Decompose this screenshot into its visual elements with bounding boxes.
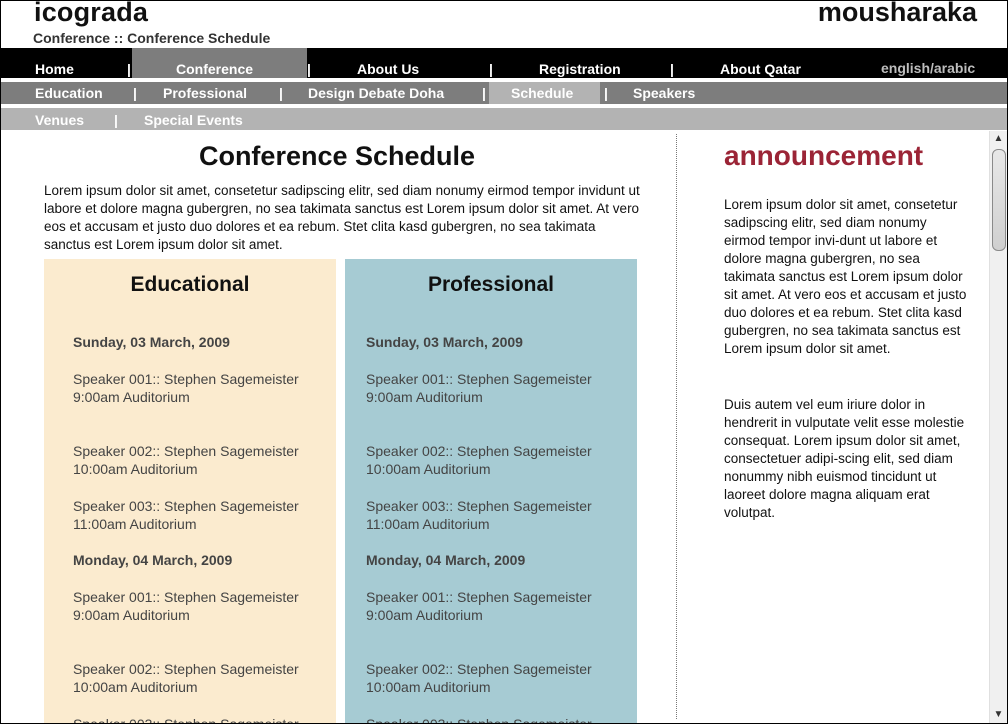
subnav-speakers[interactable]: Speakers <box>633 85 695 101</box>
scroll-up-arrow-icon[interactable]: ▲ <box>990 131 1007 147</box>
announcement-title: announcement <box>724 140 924 171</box>
nav-separator: | <box>133 85 137 101</box>
primary-nav: Home | Conference | About Us | Registrat… <box>1 48 1007 78</box>
tertiary-nav: Venues | Special Events <box>1 108 1007 130</box>
schedule-day: Monday, 04 March, 2009 <box>366 552 526 568</box>
nav-separator: | <box>482 85 486 101</box>
nav-separator: | <box>307 61 311 77</box>
professional-column: Professional Sunday, 03 March, 2009 Spea… <box>345 259 637 724</box>
speaker-name: Speaker 001:: Stephen Sagemeister <box>73 371 299 387</box>
language-switch[interactable]: english/arabic <box>881 60 975 76</box>
speaker-name: Speaker 003:: Stephen Sagemeister <box>366 716 592 724</box>
nav-conference[interactable]: Conference <box>176 61 253 77</box>
subnav-venues[interactable]: Venues <box>35 112 84 128</box>
schedule-entry: Speaker 003:: Stephen Sagemeister 11:00a… <box>73 497 333 533</box>
speaker-name: Speaker 001:: Stephen Sagemeister <box>366 589 592 605</box>
subnav-design-debate-doha[interactable]: Design Debate Doha <box>308 85 444 101</box>
speaker-name: Speaker 001:: Stephen Sagemeister <box>73 589 299 605</box>
subnav-special-events[interactable]: Special Events <box>144 112 243 128</box>
schedule-day: Sunday, 03 March, 2009 <box>73 334 230 350</box>
speaker-name: Speaker 001:: Stephen Sagemeister <box>366 371 592 387</box>
session-time: 11:00am Auditorium <box>73 516 197 532</box>
schedule-entry: Speaker 001:: Stephen Sagemeister 9:00am… <box>366 588 626 624</box>
announcement-paragraph: Duis autem vel eum iriure dolor in hendr… <box>724 397 965 520</box>
speaker-name: Speaker 003:: Stephen Sagemeister <box>73 716 299 724</box>
speaker-name: Speaker 002:: Stephen Sagemeister <box>366 661 592 677</box>
icograda-logo[interactable]: icograda <box>34 1 148 28</box>
speaker-name: Speaker 002:: Stephen Sagemeister <box>73 661 299 677</box>
schedule-entry: Speaker 003:: Stephen Sagemeister 11:00a… <box>366 497 626 533</box>
schedule-entry: Speaker 003:: Stephen Sagemeister <box>366 715 626 724</box>
session-time: 10:00am Auditorium <box>73 679 198 695</box>
announcement-paragraph: Lorem ipsum dolor sit amet, consetetur s… <box>724 197 967 356</box>
session-time: 10:00am Auditorium <box>73 461 198 477</box>
scroll-down-arrow-icon[interactable]: ▼ <box>990 707 1007 723</box>
schedule-day: Monday, 04 March, 2009 <box>73 552 233 568</box>
subnav-schedule[interactable]: Schedule <box>511 85 573 101</box>
vertical-scrollbar[interactable]: ▲ ▼ <box>989 131 1007 723</box>
speaker-name: Speaker 003:: Stephen Sagemeister <box>73 498 299 514</box>
column-title: Educational <box>130 273 250 296</box>
intro-paragraph: Lorem ipsum dolor sit amet, consetetur s… <box>44 183 640 252</box>
schedule-entry: Speaker 002:: Stephen Sagemeister 10:00a… <box>366 660 626 696</box>
educational-column: Educational Sunday, 03 March, 2009 Speak… <box>44 259 336 724</box>
schedule-entry: Speaker 001:: Stephen Sagemeister 9:00am… <box>73 370 333 406</box>
scrollbar-thumb[interactable] <box>992 149 1006 251</box>
speaker-name: Speaker 003:: Stephen Sagemeister <box>366 498 592 514</box>
nav-separator: | <box>489 61 493 77</box>
speaker-name: Speaker 002:: Stephen Sagemeister <box>366 443 592 459</box>
session-time: 11:00am Auditorium <box>366 516 490 532</box>
session-time: 10:00am Auditorium <box>366 679 491 695</box>
nav-separator: | <box>670 61 674 77</box>
mousharaka-logo[interactable]: mousharaka <box>818 1 977 28</box>
nav-registration[interactable]: Registration <box>539 61 621 77</box>
browser-viewport: icograda Conference :: Conference Schedu… <box>0 0 1008 724</box>
speaker-name: Speaker 002:: Stephen Sagemeister <box>73 443 299 459</box>
secondary-nav: Education | Professional | Design Debate… <box>1 82 1007 104</box>
nav-home[interactable]: Home <box>35 61 74 77</box>
schedule-entry: Speaker 001:: Stephen Sagemeister 9:00am… <box>73 588 333 624</box>
column-title: Professional <box>427 273 555 296</box>
page-title: Conference Schedule <box>198 141 476 171</box>
column-divider <box>676 134 677 719</box>
subnav-professional[interactable]: Professional <box>163 85 247 101</box>
schedule-entry: Speaker 001:: Stephen Sagemeister 9:00am… <box>366 370 626 406</box>
schedule-entry: Speaker 002:: Stephen Sagemeister 10:00a… <box>366 442 626 478</box>
session-time: 10:00am Auditorium <box>366 461 491 477</box>
session-time: 9:00am Auditorium <box>73 607 190 623</box>
session-time: 9:00am Auditorium <box>366 389 483 405</box>
schedule-entry: Speaker 003:: Stephen Sagemeister <box>73 715 333 724</box>
nav-separator: | <box>604 85 608 101</box>
nav-about-qatar[interactable]: About Qatar <box>720 61 801 77</box>
session-time: 9:00am Auditorium <box>73 389 190 405</box>
schedule-day: Sunday, 03 March, 2009 <box>366 334 523 350</box>
schedule-entry: Speaker 002:: Stephen Sagemeister 10:00a… <box>73 660 333 696</box>
nav-separator: | <box>114 112 118 128</box>
nav-separator: | <box>279 85 283 101</box>
session-time: 9:00am Auditorium <box>366 607 483 623</box>
schedule-entry: Speaker 002:: Stephen Sagemeister 10:00a… <box>73 442 333 478</box>
nav-about-us[interactable]: About Us <box>357 61 419 77</box>
subnav-education[interactable]: Education <box>35 85 103 101</box>
nav-separator: | <box>127 61 131 77</box>
breadcrumb: Conference :: Conference Schedule <box>33 30 271 46</box>
